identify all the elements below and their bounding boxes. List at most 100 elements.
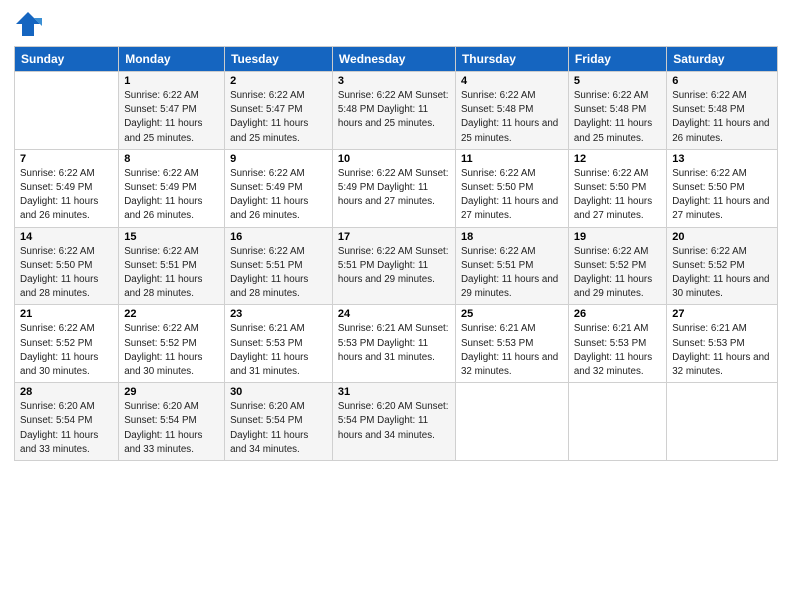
col-header-tuesday: Tuesday [225, 47, 333, 72]
day-info: Sunrise: 6:20 AM Sunset: 5:54 PM Dayligh… [338, 400, 450, 443]
day-number: 23 [230, 308, 327, 320]
day-cell: 21Sunrise: 6:22 AM Sunset: 5:52 PM Dayli… [15, 305, 119, 383]
day-cell: 6 Sunrise: 6:22 AM Sunset: 5:48 PM Daylig… [667, 72, 778, 150]
day-info: Sunrise: 6:22 AM Sunset: 5:48 PM Dayligh… [574, 89, 661, 146]
day-number: 4 [461, 75, 563, 87]
day-cell: 31 Sunrise: 6:20 AM Sunset: 5:54 PM Dayli… [332, 383, 455, 461]
day-info: Sunrise: 6:22 AM Sunset: 5:47 PM Dayligh… [230, 89, 327, 146]
day-number: 20 [672, 231, 772, 243]
day-number: 15 [124, 231, 219, 243]
day-info: Sunrise: 6:22 AM Sunset: 5:49 PM Dayligh… [124, 167, 219, 224]
day-number: 27 [672, 308, 772, 320]
header-row: SundayMondayTuesdayWednesdayThursdayFrid… [15, 47, 778, 72]
day-cell: 20 Sunrise: 6:22 AM Sunset: 5:52 PM Dayli… [667, 227, 778, 305]
main-container: SundayMondayTuesdayWednesdayThursdayFrid… [0, 0, 792, 469]
day-info: Sunrise: 6:21 AM Sunset: 5:53 PM Dayligh… [230, 322, 327, 379]
day-number: 17 [338, 231, 450, 243]
day-number: 3 [338, 75, 450, 87]
day-cell: 1 Sunrise: 6:22 AM Sunset: 5:47 PM Daylig… [119, 72, 225, 150]
day-info: Sunrise: 6:22 AM Sunset: 5:51 PM Dayligh… [124, 245, 219, 302]
day-info: Sunrise: 6:21 AM Sunset: 5:53 PM Dayligh… [461, 322, 563, 379]
day-number: 18 [461, 231, 563, 243]
day-number: 31 [338, 386, 450, 398]
day-number: 29 [124, 386, 219, 398]
col-header-sunday: Sunday [15, 47, 119, 72]
day-number: 1 [124, 75, 219, 87]
day-cell: 28 Sunrise: 6:20 AM Sunset: 5:54 PM Dayli… [15, 383, 119, 461]
day-cell [15, 72, 119, 150]
day-number: 21 [20, 308, 113, 320]
day-number: 12 [574, 153, 661, 165]
day-info: Sunrise: 6:20 AM Sunset: 5:54 PM Dayligh… [230, 400, 327, 457]
day-cell: 13 Sunrise: 6:22 AM Sunset: 5:50 PM Dayli… [667, 149, 778, 227]
day-info: Sunrise: 6:22 AM Sunset: 5:49 PM Dayligh… [338, 167, 450, 210]
week-row-2: 7 Sunrise: 6:22 AM Sunset: 5:49 PM Daylig… [15, 149, 778, 227]
day-cell: 2Sunrise: 6:22 AM Sunset: 5:47 PM Daylig… [225, 72, 333, 150]
day-info: Sunrise: 6:21 AM Sunset: 5:53 PM Dayligh… [338, 322, 450, 365]
logo [14, 10, 46, 38]
day-cell: 22Sunrise: 6:22 AM Sunset: 5:52 PM Dayli… [119, 305, 225, 383]
day-cell: 14Sunrise: 6:22 AM Sunset: 5:50 PM Dayli… [15, 227, 119, 305]
col-header-saturday: Saturday [667, 47, 778, 72]
day-cell [455, 383, 568, 461]
day-info: Sunrise: 6:21 AM Sunset: 5:53 PM Dayligh… [672, 322, 772, 379]
day-number: 7 [20, 153, 113, 165]
day-cell: 3Sunrise: 6:22 AM Sunset: 5:48 PM Daylig… [332, 72, 455, 150]
day-cell: 26Sunrise: 6:21 AM Sunset: 5:53 PM Dayli… [568, 305, 666, 383]
day-number: 13 [672, 153, 772, 165]
day-info: Sunrise: 6:22 AM Sunset: 5:48 PM Dayligh… [672, 89, 772, 146]
day-info: Sunrise: 6:22 AM Sunset: 5:51 PM Dayligh… [230, 245, 327, 302]
col-header-monday: Monday [119, 47, 225, 72]
day-number: 8 [124, 153, 219, 165]
day-info: Sunrise: 6:20 AM Sunset: 5:54 PM Dayligh… [20, 400, 113, 457]
day-info: Sunrise: 6:22 AM Sunset: 5:50 PM Dayligh… [461, 167, 563, 224]
day-cell: 10 Sunrise: 6:22 AM Sunset: 5:49 PM Dayli… [332, 149, 455, 227]
day-cell: 24Sunrise: 6:21 AM Sunset: 5:53 PM Dayli… [332, 305, 455, 383]
day-info: Sunrise: 6:20 AM Sunset: 5:54 PM Dayligh… [124, 400, 219, 457]
day-number: 10 [338, 153, 450, 165]
day-cell: 16 Sunrise: 6:22 AM Sunset: 5:51 PM Dayli… [225, 227, 333, 305]
day-info: Sunrise: 6:22 AM Sunset: 5:52 PM Dayligh… [124, 322, 219, 379]
week-row-3: 14Sunrise: 6:22 AM Sunset: 5:50 PM Dayli… [15, 227, 778, 305]
day-info: Sunrise: 6:22 AM Sunset: 5:50 PM Dayligh… [20, 245, 113, 302]
day-cell: 7 Sunrise: 6:22 AM Sunset: 5:49 PM Daylig… [15, 149, 119, 227]
day-cell: 30 Sunrise: 6:20 AM Sunset: 5:54 PM Dayli… [225, 383, 333, 461]
day-cell: 11 Sunrise: 6:22 AM Sunset: 5:50 PM Dayli… [455, 149, 568, 227]
day-info: Sunrise: 6:22 AM Sunset: 5:52 PM Dayligh… [672, 245, 772, 302]
day-cell: 23 Sunrise: 6:21 AM Sunset: 5:53 PM Dayli… [225, 305, 333, 383]
day-info: Sunrise: 6:22 AM Sunset: 5:51 PM Dayligh… [338, 245, 450, 288]
week-row-5: 28 Sunrise: 6:20 AM Sunset: 5:54 PM Dayli… [15, 383, 778, 461]
day-info: Sunrise: 6:22 AM Sunset: 5:47 PM Dayligh… [124, 89, 219, 146]
day-info: Sunrise: 6:22 AM Sunset: 5:50 PM Dayligh… [574, 167, 661, 224]
day-info: Sunrise: 6:22 AM Sunset: 5:50 PM Dayligh… [672, 167, 772, 224]
day-info: Sunrise: 6:22 AM Sunset: 5:49 PM Dayligh… [230, 167, 327, 224]
day-cell: 25 Sunrise: 6:21 AM Sunset: 5:53 PM Dayli… [455, 305, 568, 383]
day-info: Sunrise: 6:22 AM Sunset: 5:52 PM Dayligh… [574, 245, 661, 302]
calendar-table: SundayMondayTuesdayWednesdayThursdayFrid… [14, 46, 778, 461]
day-number: 16 [230, 231, 327, 243]
day-cell: 5 Sunrise: 6:22 AM Sunset: 5:48 PM Daylig… [568, 72, 666, 150]
day-info: Sunrise: 6:22 AM Sunset: 5:49 PM Dayligh… [20, 167, 113, 224]
day-number: 25 [461, 308, 563, 320]
day-cell: 9Sunrise: 6:22 AM Sunset: 5:49 PM Daylig… [225, 149, 333, 227]
week-row-1: 1 Sunrise: 6:22 AM Sunset: 5:47 PM Daylig… [15, 72, 778, 150]
day-cell: 17 Sunrise: 6:22 AM Sunset: 5:51 PM Dayli… [332, 227, 455, 305]
day-cell: 27 Sunrise: 6:21 AM Sunset: 5:53 PM Dayli… [667, 305, 778, 383]
day-cell: 12 Sunrise: 6:22 AM Sunset: 5:50 PM Dayli… [568, 149, 666, 227]
day-cell: 4 Sunrise: 6:22 AM Sunset: 5:48 PM Daylig… [455, 72, 568, 150]
day-cell: 19 Sunrise: 6:22 AM Sunset: 5:52 PM Dayli… [568, 227, 666, 305]
day-number: 28 [20, 386, 113, 398]
day-number: 30 [230, 386, 327, 398]
col-header-friday: Friday [568, 47, 666, 72]
day-cell: 29 Sunrise: 6:20 AM Sunset: 5:54 PM Dayli… [119, 383, 225, 461]
day-number: 6 [672, 75, 772, 87]
day-cell: 15 Sunrise: 6:22 AM Sunset: 5:51 PM Dayli… [119, 227, 225, 305]
day-number: 19 [574, 231, 661, 243]
day-number: 5 [574, 75, 661, 87]
day-number: 11 [461, 153, 563, 165]
day-cell [568, 383, 666, 461]
logo-icon [14, 10, 42, 38]
day-info: Sunrise: 6:22 AM Sunset: 5:51 PM Dayligh… [461, 245, 563, 302]
day-cell [667, 383, 778, 461]
day-info: Sunrise: 6:22 AM Sunset: 5:48 PM Dayligh… [461, 89, 563, 146]
